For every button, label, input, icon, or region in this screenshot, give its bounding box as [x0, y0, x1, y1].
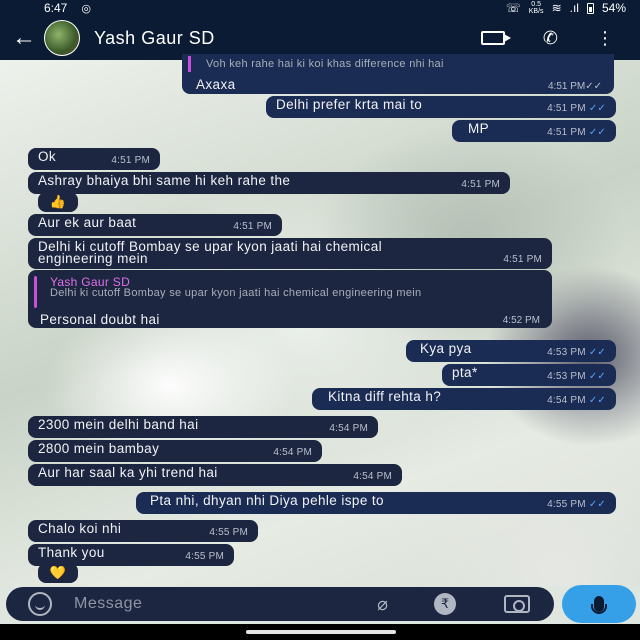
status-bar: 6:47 ◎ ☏ 0.5 KB/s ≋ .ıl 54% [0, 0, 640, 16]
message-incoming[interactable]: Ok 4:51 PM [28, 148, 160, 170]
message-text: Thank you [38, 545, 105, 560]
read-ticks-icon: ✓✓ [588, 395, 606, 406]
quoted-text: Voh keh rahe hai ki koi khas difference … [206, 58, 444, 70]
message-outgoing-reply[interactable]: Voh keh rahe hai ki koi khas difference … [182, 54, 614, 94]
voice-message-button[interactable] [562, 585, 636, 623]
message-text: MP [468, 121, 490, 136]
paperclip-icon[interactable]: ⌀ [377, 594, 388, 615]
message-time: 4:51 PM✓✓ [547, 81, 602, 92]
home-gesture-bar[interactable] [246, 630, 396, 634]
battery-level: 54% [601, 1, 626, 15]
yellow-heart-icon: 💛 [49, 565, 67, 580]
message-incoming[interactable]: 2800 mein bambay 4:54 PM [28, 440, 322, 462]
reaction-badge[interactable]: 👍 [38, 192, 78, 212]
message-time: 4:51 PM [233, 221, 272, 232]
message-text: Kya pya [420, 341, 472, 356]
message-text: Kitna diff rehta h? [328, 389, 442, 404]
message-input[interactable]: Message [74, 595, 142, 613]
message-text: Personal doubt hai [40, 312, 160, 327]
message-outgoing[interactable]: pta* 4:53 PM ✓✓ [442, 364, 616, 386]
message-time: 4:55 PM ✓✓ [547, 499, 606, 510]
instagram-icon: ◎ [81, 2, 91, 15]
message-time: 4:53 PM ✓✓ [547, 371, 606, 382]
microphone-icon [591, 596, 607, 614]
message-incoming[interactable]: 2300 mein delhi band hai 4:54 PM [28, 416, 378, 438]
message-text: Axaxa [196, 77, 236, 92]
status-time: 6:47 [44, 1, 68, 15]
rupee-payment-icon[interactable]: ₹ [434, 593, 456, 615]
contact-name[interactable]: Yash Gaur SD [94, 28, 215, 49]
message-time: 4:51 PM✓✓ [547, 127, 606, 138]
message-time: 4:55 PM [209, 527, 248, 538]
message-outgoing[interactable]: MP 4:51 PM ✓✓ [452, 120, 616, 142]
contact-avatar[interactable] [44, 20, 80, 56]
message-outgoing[interactable]: Delhi prefer krta mai to 4:51 PM ✓✓ [266, 96, 616, 118]
message-time: 4:55 PM [185, 551, 224, 562]
message-time: 4:51 PM [461, 179, 500, 190]
message-incoming[interactable]: Aur har saal ka yhi trend hai 4:54 PM [28, 464, 402, 486]
message-outgoing[interactable]: Kitna diff rehta h? 4:54 PM ✓✓ [312, 388, 616, 410]
signal-icon: .ıl [569, 1, 579, 15]
message-time: 4:51 PM [503, 254, 542, 265]
message-text: Ashray bhaiya bhi same hi keh rahe the [38, 173, 291, 188]
back-arrow-icon[interactable]: ← [4, 24, 44, 52]
message-incoming[interactable]: Ashray bhaiya bhi same hi keh rahe the 4… [28, 172, 510, 194]
emoji-icon[interactable] [28, 592, 52, 616]
message-text: Aur har saal ka yhi trend hai [38, 465, 218, 480]
video-call-icon[interactable] [480, 31, 511, 45]
read-ticks-icon: ✓✓ [588, 347, 606, 358]
more-options-icon[interactable]: ⋮ [596, 28, 614, 49]
message-time: 4:54 PM [353, 471, 392, 482]
quote-bar [34, 276, 37, 308]
message-incoming-reply[interactable]: Yash Gaur SD Delhi ki cutoff Bombay se u… [28, 270, 552, 328]
reaction-badge[interactable]: 💛 [38, 563, 78, 583]
camera-icon[interactable] [504, 595, 530, 613]
read-ticks-icon: ✓✓ [588, 103, 606, 114]
message-text: 2300 mein delhi band hai [38, 417, 199, 432]
message-outgoing[interactable]: Pta nhi, dhyan nhi Diya pehle ispe to 4:… [136, 492, 616, 514]
message-text: Aur ek aur baat [38, 215, 137, 230]
thumbs-up-icon: 👍 [49, 194, 67, 209]
message-time: 4:51 PM [111, 155, 150, 166]
read-ticks-icon: ✓✓ [588, 499, 606, 510]
quote-bar [188, 56, 191, 72]
message-text: pta* [452, 365, 478, 380]
message-text: Ok [38, 149, 57, 164]
read-ticks-icon: ✓✓ [585, 81, 602, 92]
message-time: 4:52 PM [502, 315, 540, 326]
message-composer: Message ⌀ ₹ [6, 587, 554, 621]
read-ticks-icon: ✓✓ [588, 371, 606, 382]
message-incoming[interactable]: Delhi ki cutoff Bombay se upar kyon jaat… [28, 238, 552, 269]
message-text: Delhi prefer krta mai to [276, 97, 423, 112]
message-time: 4:54 PM [329, 423, 368, 434]
call-status-icon: ☏ [505, 1, 521, 15]
message-text: Delhi ki cutoff Bombay se upar kyon jaat… [38, 239, 383, 266]
message-time: 4:54 PM ✓✓ [547, 395, 606, 406]
net-speed: 0.5 KB/s [528, 1, 544, 15]
message-incoming[interactable]: Aur ek aur baat 4:51 PM [28, 214, 282, 236]
battery-icon [586, 2, 594, 14]
system-nav-bar [0, 624, 640, 640]
message-time: 4:51 PM✓✓ [547, 103, 606, 114]
message-time: 4:54 PM [273, 447, 312, 458]
message-incoming[interactable]: Chalo koi nhi 4:55 PM [28, 520, 258, 542]
voice-call-icon[interactable]: ✆ [543, 28, 558, 49]
message-outgoing[interactable]: Kya pya 4:53 PM ✓✓ [406, 340, 616, 362]
message-text: Chalo koi nhi [38, 521, 122, 536]
message-text: 2800 mein bambay [38, 441, 160, 456]
wifi-icon: ≋ [551, 1, 562, 15]
message-time: 4:53 PM ✓✓ [547, 347, 606, 358]
quoted-text: Delhi ki cutoff Bombay se upar kyon jaat… [50, 287, 422, 299]
read-ticks-icon: ✓✓ [588, 127, 606, 138]
message-text: Pta nhi, dhyan nhi Diya pehle ispe to [150, 493, 384, 508]
